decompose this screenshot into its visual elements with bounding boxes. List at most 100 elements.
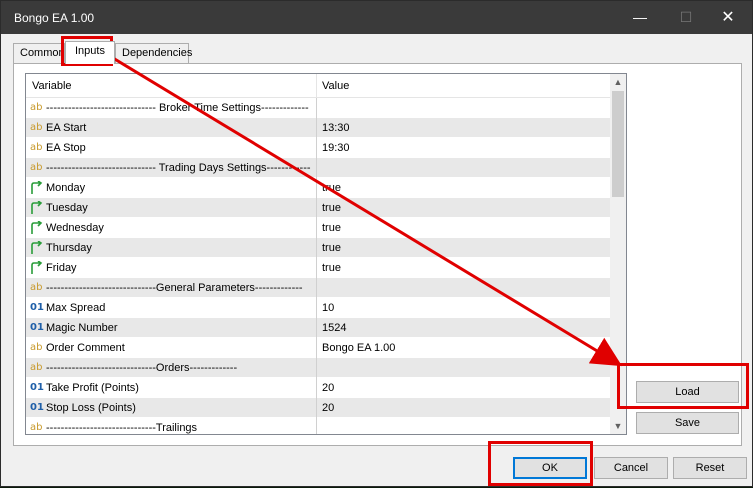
variable-name: Monday bbox=[46, 182, 86, 194]
column-header-value[interactable]: Value bbox=[322, 80, 349, 92]
variable-name: Max Spread bbox=[46, 302, 106, 314]
table-row[interactable]: Friday true bbox=[26, 258, 610, 278]
grid-header: Variable Value bbox=[26, 74, 610, 98]
string-type-icon: ab bbox=[30, 422, 43, 433]
string-type-icon: ab bbox=[30, 102, 43, 113]
variable-name: ------------------------------Orders----… bbox=[46, 362, 238, 374]
cell-divider bbox=[316, 278, 317, 298]
table-row[interactable]: Wednesday true bbox=[26, 218, 610, 238]
tab-inputs[interactable]: Inputs bbox=[65, 41, 115, 64]
maximize-icon: ☐ bbox=[679, 9, 693, 25]
variable-value[interactable]: true bbox=[322, 262, 341, 274]
dialog-window: Bongo EA 1.00 — ☐ ✕ Common Inputs Depend… bbox=[0, 0, 753, 487]
title-bar[interactable]: Bongo EA 1.00 — ☐ ✕ bbox=[1, 1, 752, 34]
cell-divider bbox=[316, 138, 317, 158]
scroll-thumb[interactable] bbox=[612, 91, 624, 197]
variable-name: Friday bbox=[46, 262, 77, 274]
variable-name: ------------------------------Trailings bbox=[46, 422, 198, 434]
table-row[interactable]: Tuesday true bbox=[26, 198, 610, 218]
scroll-down-icon[interactable]: ▼ bbox=[610, 418, 626, 434]
vertical-scrollbar[interactable]: ▲ ▼ bbox=[610, 74, 626, 434]
cell-divider bbox=[316, 378, 317, 398]
table-row[interactable]: ab EA Stop 19:30 bbox=[26, 138, 610, 158]
variable-name: EA Stop bbox=[46, 142, 86, 154]
variable-value[interactable]: 20 bbox=[322, 382, 334, 394]
scroll-up-icon[interactable]: ▲ bbox=[610, 74, 626, 90]
table-row[interactable]: ab ------------------------------Trailing… bbox=[26, 418, 610, 434]
table-row[interactable]: ab EA Start 13:30 bbox=[26, 118, 610, 138]
variable-value[interactable]: true bbox=[322, 202, 341, 214]
table-row[interactable]: ab ------------------------------General … bbox=[26, 278, 610, 298]
table-row[interactable]: ab ------------------------------ Broker … bbox=[26, 98, 610, 118]
variable-name: Order Comment bbox=[46, 342, 125, 354]
variable-name: EA Start bbox=[46, 122, 87, 134]
string-type-icon: ab bbox=[30, 282, 43, 293]
table-row[interactable]: ab ------------------------------Orders--… bbox=[26, 358, 610, 378]
variable-value[interactable]: true bbox=[322, 222, 341, 234]
variable-name: Stop Loss (Points) bbox=[46, 402, 136, 414]
cell-divider bbox=[316, 218, 317, 238]
cell-divider bbox=[316, 118, 317, 138]
table-row[interactable]: 01 Magic Number 1524 bbox=[26, 318, 610, 338]
variable-value[interactable]: 10 bbox=[322, 302, 334, 314]
variable-name: Thursday bbox=[46, 242, 92, 254]
cell-divider bbox=[316, 98, 317, 118]
string-type-icon: ab bbox=[30, 122, 43, 133]
table-row[interactable]: ab Order Comment Bongo EA 1.00 bbox=[26, 338, 610, 358]
variable-name: Tuesday bbox=[46, 202, 88, 214]
variable-name: Magic Number bbox=[46, 322, 118, 334]
tab-common[interactable]: Common bbox=[13, 43, 65, 63]
variable-name: Wednesday bbox=[46, 222, 104, 234]
table-row[interactable]: 01 Max Spread 10 bbox=[26, 298, 610, 318]
string-type-icon: ab bbox=[30, 342, 43, 353]
variable-name: ------------------------------ Broker Ti… bbox=[46, 102, 309, 114]
cell-divider bbox=[316, 298, 317, 318]
column-header-variable[interactable]: Variable bbox=[32, 80, 72, 92]
ok-button[interactable]: OK bbox=[513, 457, 587, 479]
boolean-type-icon bbox=[30, 220, 44, 235]
integer-type-icon: 01 bbox=[30, 402, 44, 413]
table-row[interactable]: Thursday true bbox=[26, 238, 610, 258]
cell-divider bbox=[316, 398, 317, 418]
cell-divider bbox=[316, 198, 317, 218]
cell-divider bbox=[316, 358, 317, 378]
variable-value[interactable]: 1524 bbox=[322, 322, 346, 334]
minimize-icon[interactable]: — bbox=[617, 1, 663, 34]
variable-name: ------------------------------General Pa… bbox=[46, 282, 303, 294]
cell-divider bbox=[316, 178, 317, 198]
load-button[interactable]: Load bbox=[636, 381, 739, 403]
integer-type-icon: 01 bbox=[30, 382, 44, 393]
variable-value[interactable]: Bongo EA 1.00 bbox=[322, 342, 395, 354]
string-type-icon: ab bbox=[30, 162, 43, 173]
close-icon[interactable]: ✕ bbox=[705, 1, 751, 34]
reset-button[interactable]: Reset bbox=[673, 457, 747, 479]
inputs-grid[interactable]: Variable Value ab -----------------------… bbox=[25, 73, 627, 435]
window-title: Bongo EA 1.00 bbox=[14, 11, 95, 25]
string-type-icon: ab bbox=[30, 142, 43, 153]
integer-type-icon: 01 bbox=[30, 322, 44, 333]
cell-divider bbox=[316, 258, 317, 278]
variable-value[interactable]: 20 bbox=[322, 402, 334, 414]
variable-value[interactable]: true bbox=[322, 182, 341, 194]
tab-dependencies[interactable]: Dependencies bbox=[115, 43, 192, 63]
variable-value[interactable]: 19:30 bbox=[322, 142, 350, 154]
variable-value[interactable]: 13:30 bbox=[322, 122, 350, 134]
cell-divider bbox=[316, 238, 317, 258]
table-row[interactable]: 01 Stop Loss (Points) 20 bbox=[26, 398, 610, 418]
save-button[interactable]: Save bbox=[636, 412, 739, 434]
table-row[interactable]: ab ------------------------------ Trading… bbox=[26, 158, 610, 178]
cell-divider bbox=[316, 338, 317, 358]
cancel-button[interactable]: Cancel bbox=[594, 457, 668, 479]
table-row[interactable]: Monday true bbox=[26, 178, 610, 198]
grid-rows: ab ------------------------------ Broker … bbox=[26, 98, 610, 434]
integer-type-icon: 01 bbox=[30, 302, 44, 313]
boolean-type-icon bbox=[30, 200, 44, 215]
variable-value[interactable]: true bbox=[322, 242, 341, 254]
boolean-type-icon bbox=[30, 260, 44, 275]
cell-divider bbox=[316, 418, 317, 434]
table-row[interactable]: 01 Take Profit (Points) 20 bbox=[26, 378, 610, 398]
variable-name: ------------------------------ Trading D… bbox=[46, 162, 311, 174]
variable-name: Take Profit (Points) bbox=[46, 382, 139, 394]
column-divider[interactable] bbox=[316, 74, 317, 98]
cell-divider bbox=[316, 158, 317, 178]
